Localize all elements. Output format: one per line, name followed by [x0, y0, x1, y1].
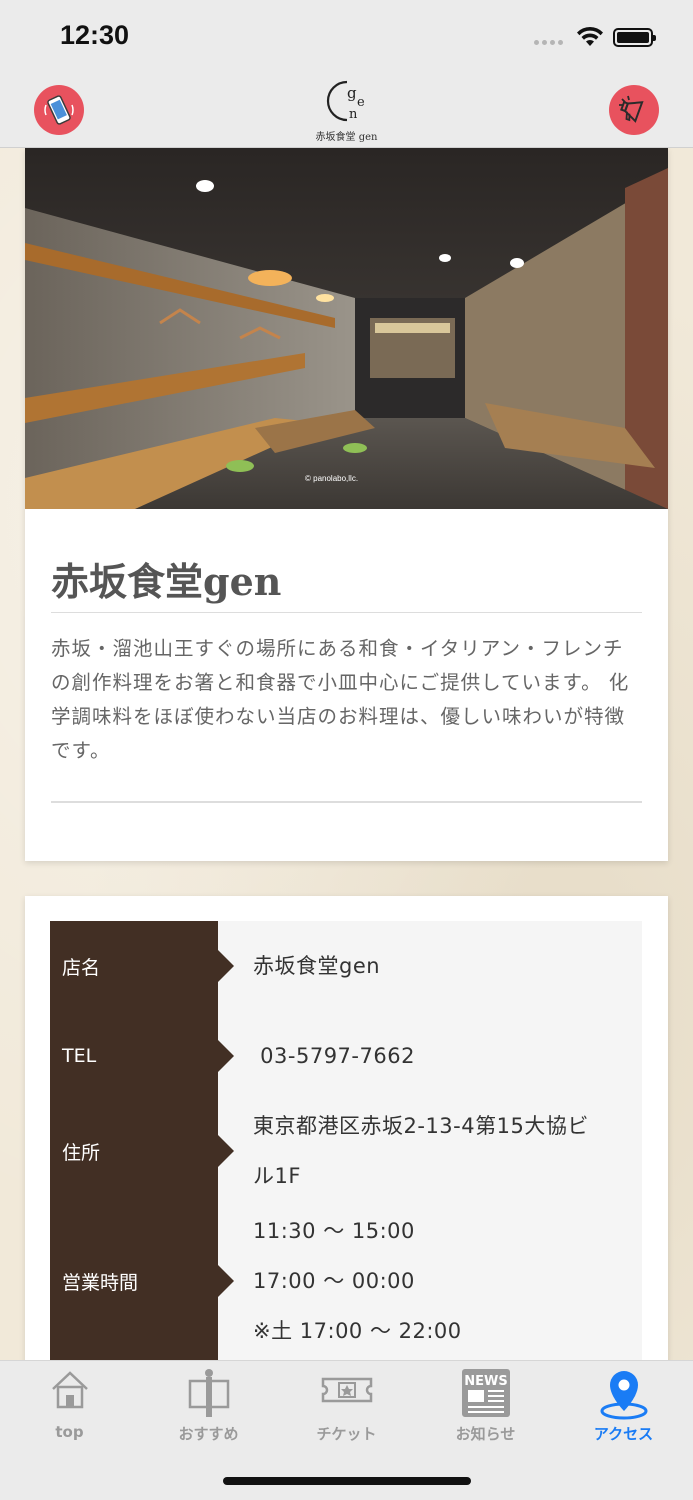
tab-label: おすすめ: [178, 1425, 239, 1443]
shop-description: 赤坂・溜池山王すぐの場所にある和食・イタリアン・フレンチの創作料理をお箸と和食器…: [51, 637, 630, 762]
phone-number-link[interactable]: 03-5797-7662: [253, 1031, 632, 1081]
wifi-icon: [577, 26, 603, 46]
info-label: 営業時間: [50, 1201, 234, 1360]
restaurant-interior-illustration: [25, 148, 668, 509]
megaphone-icon: [619, 95, 644, 123]
tab-ticket[interactable]: チケット: [277, 1361, 416, 1451]
svg-text:n: n: [349, 107, 358, 122]
call-button[interactable]: [34, 85, 84, 135]
shop-info-table: 店名 赤坂食堂gen TEL 03-5797-7662 住所 東京都港区赤坂2-…: [50, 921, 642, 1360]
app-header: g e n 赤坂食堂 gen: [0, 72, 693, 148]
info-value: 東京都港区赤坂2-13-4第15大協ビ ル1F: [218, 1101, 642, 1201]
divider: [51, 801, 642, 803]
info-row-tel: TEL 03-5797-7662: [50, 1011, 642, 1101]
hours-line: ※土 17:00 〜 22:00: [253, 1319, 462, 1343]
address-line: 東京都港区赤坂2-13-4第15大協ビ: [253, 1114, 589, 1138]
logo-text: 赤坂食堂 gen: [315, 132, 378, 143]
svg-text:g: g: [347, 84, 357, 102]
phone-icon: [44, 95, 74, 125]
status-bar: 12:30: [0, 0, 693, 72]
home-icon: [51, 1371, 88, 1409]
info-label: 住所: [50, 1101, 234, 1201]
info-row-hours: 営業時間 11:30 〜 15:00 17:00 〜 00:00 ※土 17:0…: [50, 1201, 642, 1360]
hours-line: 11:30 〜 15:00: [253, 1219, 415, 1243]
signboard-icon: [188, 1369, 229, 1417]
info-value: 赤坂食堂gen: [218, 921, 642, 1011]
tab-access[interactable]: アクセス: [554, 1361, 693, 1451]
tab-label: チケット: [316, 1425, 377, 1443]
hours-line: 17:00 〜 00:00: [253, 1269, 415, 1293]
tab-top[interactable]: top: [0, 1361, 139, 1451]
svg-text:e: e: [357, 95, 365, 110]
tab-news[interactable]: NEWS お知らせ: [416, 1361, 555, 1451]
svg-text:NEWS: NEWS: [464, 1374, 507, 1389]
cellular-signal-icon: [534, 40, 563, 45]
home-indicator: [223, 1477, 471, 1485]
info-label: TEL: [50, 1011, 234, 1101]
gen-logo-icon: g e n: [326, 80, 365, 122]
shop-name-value: 赤坂食堂gen: [253, 954, 381, 978]
shop-intro-card: © panolabo,llc. 赤坂食堂gen 赤坂・溜池山王すぐの場所にある和…: [25, 148, 668, 861]
info-label: 店名: [50, 921, 234, 1011]
tab-recommend[interactable]: おすすめ: [139, 1361, 278, 1451]
tab-label: お知らせ: [455, 1425, 516, 1443]
ticket-icon: [321, 1377, 372, 1403]
announcement-button[interactable]: [609, 85, 659, 135]
address-line: ル1F: [253, 1164, 301, 1188]
info-value: 11:30 〜 15:00 17:00 〜 00:00 ※土 17:00 〜 2…: [218, 1201, 642, 1360]
status-time: 12:30: [60, 20, 130, 50]
location-pin-icon: [600, 1371, 647, 1420]
tab-label: top: [55, 1423, 84, 1441]
photo-credit: © panolabo,llc.: [305, 474, 359, 483]
news-icon: NEWS: [461, 1369, 510, 1417]
app-logo: g e n 赤坂食堂 gen: [300, 76, 393, 146]
content-scroll-area[interactable]: © panolabo,llc. 赤坂食堂gen 赤坂・溜池山王すぐの場所にある和…: [0, 148, 693, 1360]
shop-title: 赤坂食堂gen: [51, 558, 642, 613]
battery-icon: [613, 28, 656, 47]
info-row-address: 住所 東京都港区赤坂2-13-4第15大協ビ ル1F: [50, 1101, 642, 1201]
info-row-name: 店名 赤坂食堂gen: [50, 921, 642, 1011]
info-value: 03-5797-7662: [218, 1011, 642, 1101]
restaurant-interior-photo[interactable]: © panolabo,llc.: [25, 148, 668, 509]
tab-label: アクセス: [593, 1425, 654, 1443]
shop-info-card: 店名 赤坂食堂gen TEL 03-5797-7662 住所 東京都港区赤坂2-…: [25, 896, 668, 1360]
